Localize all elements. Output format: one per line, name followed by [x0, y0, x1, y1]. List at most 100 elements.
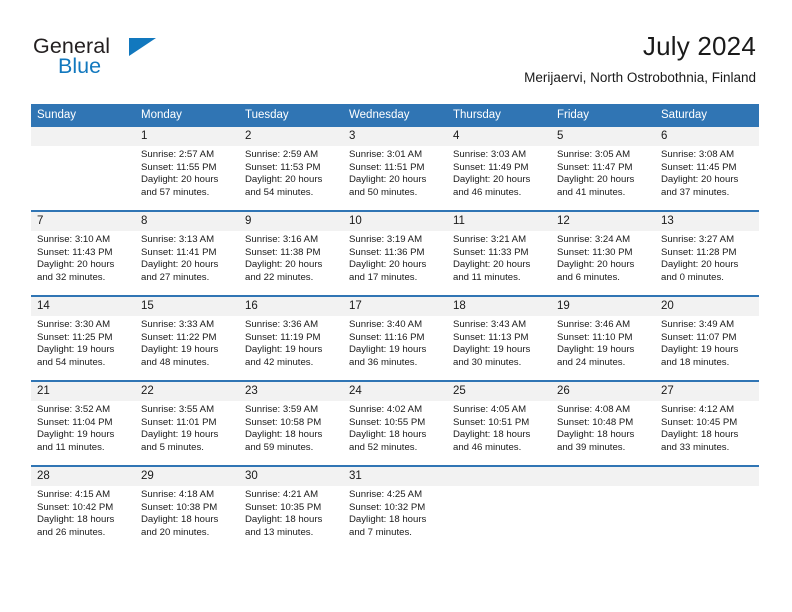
day-info-line: Sunset: 11:13 PM [453, 331, 529, 343]
day-number[interactable]: 9 [239, 212, 343, 231]
day-cell[interactable]: Sunrise: 4:25 AM Sunset: 10:32 PM Daylight… [343, 486, 447, 550]
day-number[interactable]: 16 [239, 297, 343, 316]
day-info-line: Sunset: 10:55 PM [349, 416, 426, 428]
day-cell[interactable]: Sunrise: 3:33 AM Sunset: 11:22 PM Daylight… [135, 316, 239, 380]
day-cell[interactable]: Sunrise: 3:36 AM Sunset: 11:19 PM Daylight… [239, 316, 343, 380]
day-cell[interactable]: Sunrise: 3:03 AM Sunset: 11:49 PM Daylight… [447, 146, 551, 210]
day-number[interactable]: 27 [655, 382, 759, 401]
day-number[interactable]: 26 [551, 382, 655, 401]
page-subtitle: Merijaervi, North Ostrobothnia, Finland [524, 70, 756, 85]
day-info-line: Sunset: 11:01 PM [141, 416, 217, 428]
day-number[interactable]: 23 [239, 382, 343, 401]
day-info-line: Sunrise: 4:12 AM [661, 404, 735, 415]
day-info-line: and 41 minutes. [557, 186, 626, 198]
day-number[interactable]: 7 [31, 212, 135, 231]
day-cell[interactable]: Sunrise: 3:49 AM Sunset: 11:07 PM Daylight… [655, 316, 759, 380]
day-cell[interactable]: Sunrise: 3:16 AM Sunset: 11:38 PM Daylight… [239, 231, 343, 295]
day-info-line: Sunrise: 3:24 AM [557, 234, 631, 245]
day-cell[interactable]: Sunrise: 4:18 AM Sunset: 10:38 PM Daylight… [135, 486, 239, 550]
day-number[interactable]: 22 [135, 382, 239, 401]
day-info-line: Sunrise: 3:36 AM [245, 319, 319, 330]
day-cell[interactable]: Sunrise: 3:19 AM Sunset: 11:36 PM Daylight… [343, 231, 447, 295]
day-number[interactable]: 15 [135, 297, 239, 316]
day-number[interactable]: 21 [31, 382, 135, 401]
day-cell[interactable]: Sunrise: 4:12 AM Sunset: 10:45 PM Daylight… [655, 401, 759, 465]
day-cell[interactable]: Sunrise: 4:05 AM Sunset: 10:51 PM Daylight… [447, 401, 551, 465]
day-cell[interactable]: Sunrise: 3:10 AM Sunset: 11:43 PM Daylight… [31, 231, 135, 295]
day-info-line: Sunrise: 3:01 AM [349, 149, 423, 160]
day-info-line: Sunset: 11:38 PM [245, 246, 321, 258]
day-info-line: Sunset: 11:47 PM [557, 161, 633, 173]
day-number[interactable]: 29 [135, 467, 239, 486]
day-info-line: Sunrise: 4:15 AM [37, 489, 111, 500]
day-number-row: 28 29 30 31 [31, 467, 759, 486]
day-cell[interactable]: Sunrise: 4:08 AM Sunset: 10:48 PM Daylight… [551, 401, 655, 465]
day-info-line: Sunset: 11:10 PM [557, 331, 633, 343]
day-number-row: 14 15 16 17 18 19 20 [31, 297, 759, 316]
day-number[interactable]: 6 [655, 127, 759, 146]
day-info-line: and 7 minutes. [349, 526, 412, 538]
day-cell[interactable]: Sunrise: 3:46 AM Sunset: 11:10 PM Daylight… [551, 316, 655, 380]
day-cell[interactable]: Sunrise: 3:24 AM Sunset: 11:30 PM Daylight… [551, 231, 655, 295]
day-cell[interactable]: Sunrise: 3:40 AM Sunset: 11:16 PM Daylight… [343, 316, 447, 380]
day-number[interactable]: 18 [447, 297, 551, 316]
day-info-line: and 24 minutes. [557, 356, 626, 368]
day-number[interactable]: 17 [343, 297, 447, 316]
day-info-line: and 46 minutes. [453, 441, 522, 453]
day-number[interactable]: 14 [31, 297, 135, 316]
day-cell[interactable]: Sunrise: 4:15 AM Sunset: 10:42 PM Daylight… [31, 486, 135, 550]
day-cell[interactable]: Sunrise: 3:08 AM Sunset: 11:45 PM Daylight… [655, 146, 759, 210]
day-number[interactable]: 24 [343, 382, 447, 401]
logo-text-blue: Blue [58, 54, 102, 78]
day-info-line: Sunrise: 3:08 AM [661, 149, 735, 160]
weekday-header-wednesday: Wednesday [343, 104, 447, 127]
day-cell[interactable]: Sunrise: 4:21 AM Sunset: 10:35 PM Daylight… [239, 486, 343, 550]
day-info-line: Daylight: 19 hours [37, 429, 115, 441]
day-info-line: and 46 minutes. [453, 186, 522, 198]
day-info-line: and 57 minutes. [141, 186, 210, 198]
day-number[interactable]: 12 [551, 212, 655, 231]
day-info-line: and 26 minutes. [37, 526, 106, 538]
day-info-line: Sunrise: 3:55 AM [141, 404, 215, 415]
day-info-line: and 39 minutes. [557, 441, 626, 453]
day-info-line: Sunrise: 3:16 AM [245, 234, 319, 245]
day-number[interactable]: 5 [551, 127, 655, 146]
day-cell[interactable]: Sunrise: 3:01 AM Sunset: 11:51 PM Daylight… [343, 146, 447, 210]
day-cell[interactable]: Sunrise: 3:21 AM Sunset: 11:33 PM Daylight… [447, 231, 551, 295]
day-number[interactable]: 31 [343, 467, 447, 486]
day-cell[interactable]: Sunrise: 4:02 AM Sunset: 10:55 PM Daylight… [343, 401, 447, 465]
calendar-body: 1 2 3 4 5 6 Sunrise: 2:57 AM Sunset: 11:55 PM Da… [31, 127, 759, 550]
day-number[interactable]: 28 [31, 467, 135, 486]
day-info-line: Sunset: 10:45 PM [661, 416, 738, 428]
day-cell[interactable]: Sunrise: 2:59 AM Sunset: 11:53 PM Daylight… [239, 146, 343, 210]
day-cell[interactable]: Sunrise: 3:43 AM Sunset: 11:13 PM Daylight… [447, 316, 551, 380]
day-info-line: Sunset: 11:55 PM [141, 161, 217, 173]
day-info-line: and 32 minutes. [37, 271, 106, 283]
day-cell[interactable]: Sunrise: 3:05 AM Sunset: 11:47 PM Daylight… [551, 146, 655, 210]
day-number[interactable]: 13 [655, 212, 759, 231]
day-cell[interactable]: Sunrise: 3:52 AM Sunset: 11:04 PM Daylight… [31, 401, 135, 465]
day-cell[interactable]: Sunrise: 3:55 AM Sunset: 11:01 PM Daylight… [135, 401, 239, 465]
day-number[interactable]: 19 [551, 297, 655, 316]
day-cell[interactable]: Sunrise: 3:59 AM Sunset: 10:58 PM Daylight… [239, 401, 343, 465]
day-number[interactable]: 11 [447, 212, 551, 231]
day-number[interactable]: 8 [135, 212, 239, 231]
day-number[interactable]: 4 [447, 127, 551, 146]
day-number[interactable]: 25 [447, 382, 551, 401]
day-number[interactable]: 2 [239, 127, 343, 146]
day-number[interactable]: 3 [343, 127, 447, 146]
day-number[interactable]: 10 [343, 212, 447, 231]
day-info-line: and 54 minutes. [37, 356, 106, 368]
day-number[interactable]: 1 [135, 127, 239, 146]
day-info-line: Daylight: 18 hours [245, 514, 323, 526]
day-number[interactable]: 30 [239, 467, 343, 486]
day-number[interactable]: 20 [655, 297, 759, 316]
day-info-line: and 0 minutes. [661, 271, 724, 283]
day-cell[interactable]: Sunrise: 3:27 AM Sunset: 11:28 PM Daylight… [655, 231, 759, 295]
generalblue-logo[interactable]: General Blue [33, 34, 233, 84]
day-cell[interactable]: Sunrise: 2:57 AM Sunset: 11:55 PM Daylight… [135, 146, 239, 210]
day-cell[interactable]: Sunrise: 3:13 AM Sunset: 11:41 PM Daylight… [135, 231, 239, 295]
day-cell[interactable]: Sunrise: 3:30 AM Sunset: 11:25 PM Daylight… [31, 316, 135, 380]
day-info-line: and 48 minutes. [141, 356, 210, 368]
day-info-line: Sunset: 11:43 PM [37, 246, 113, 258]
